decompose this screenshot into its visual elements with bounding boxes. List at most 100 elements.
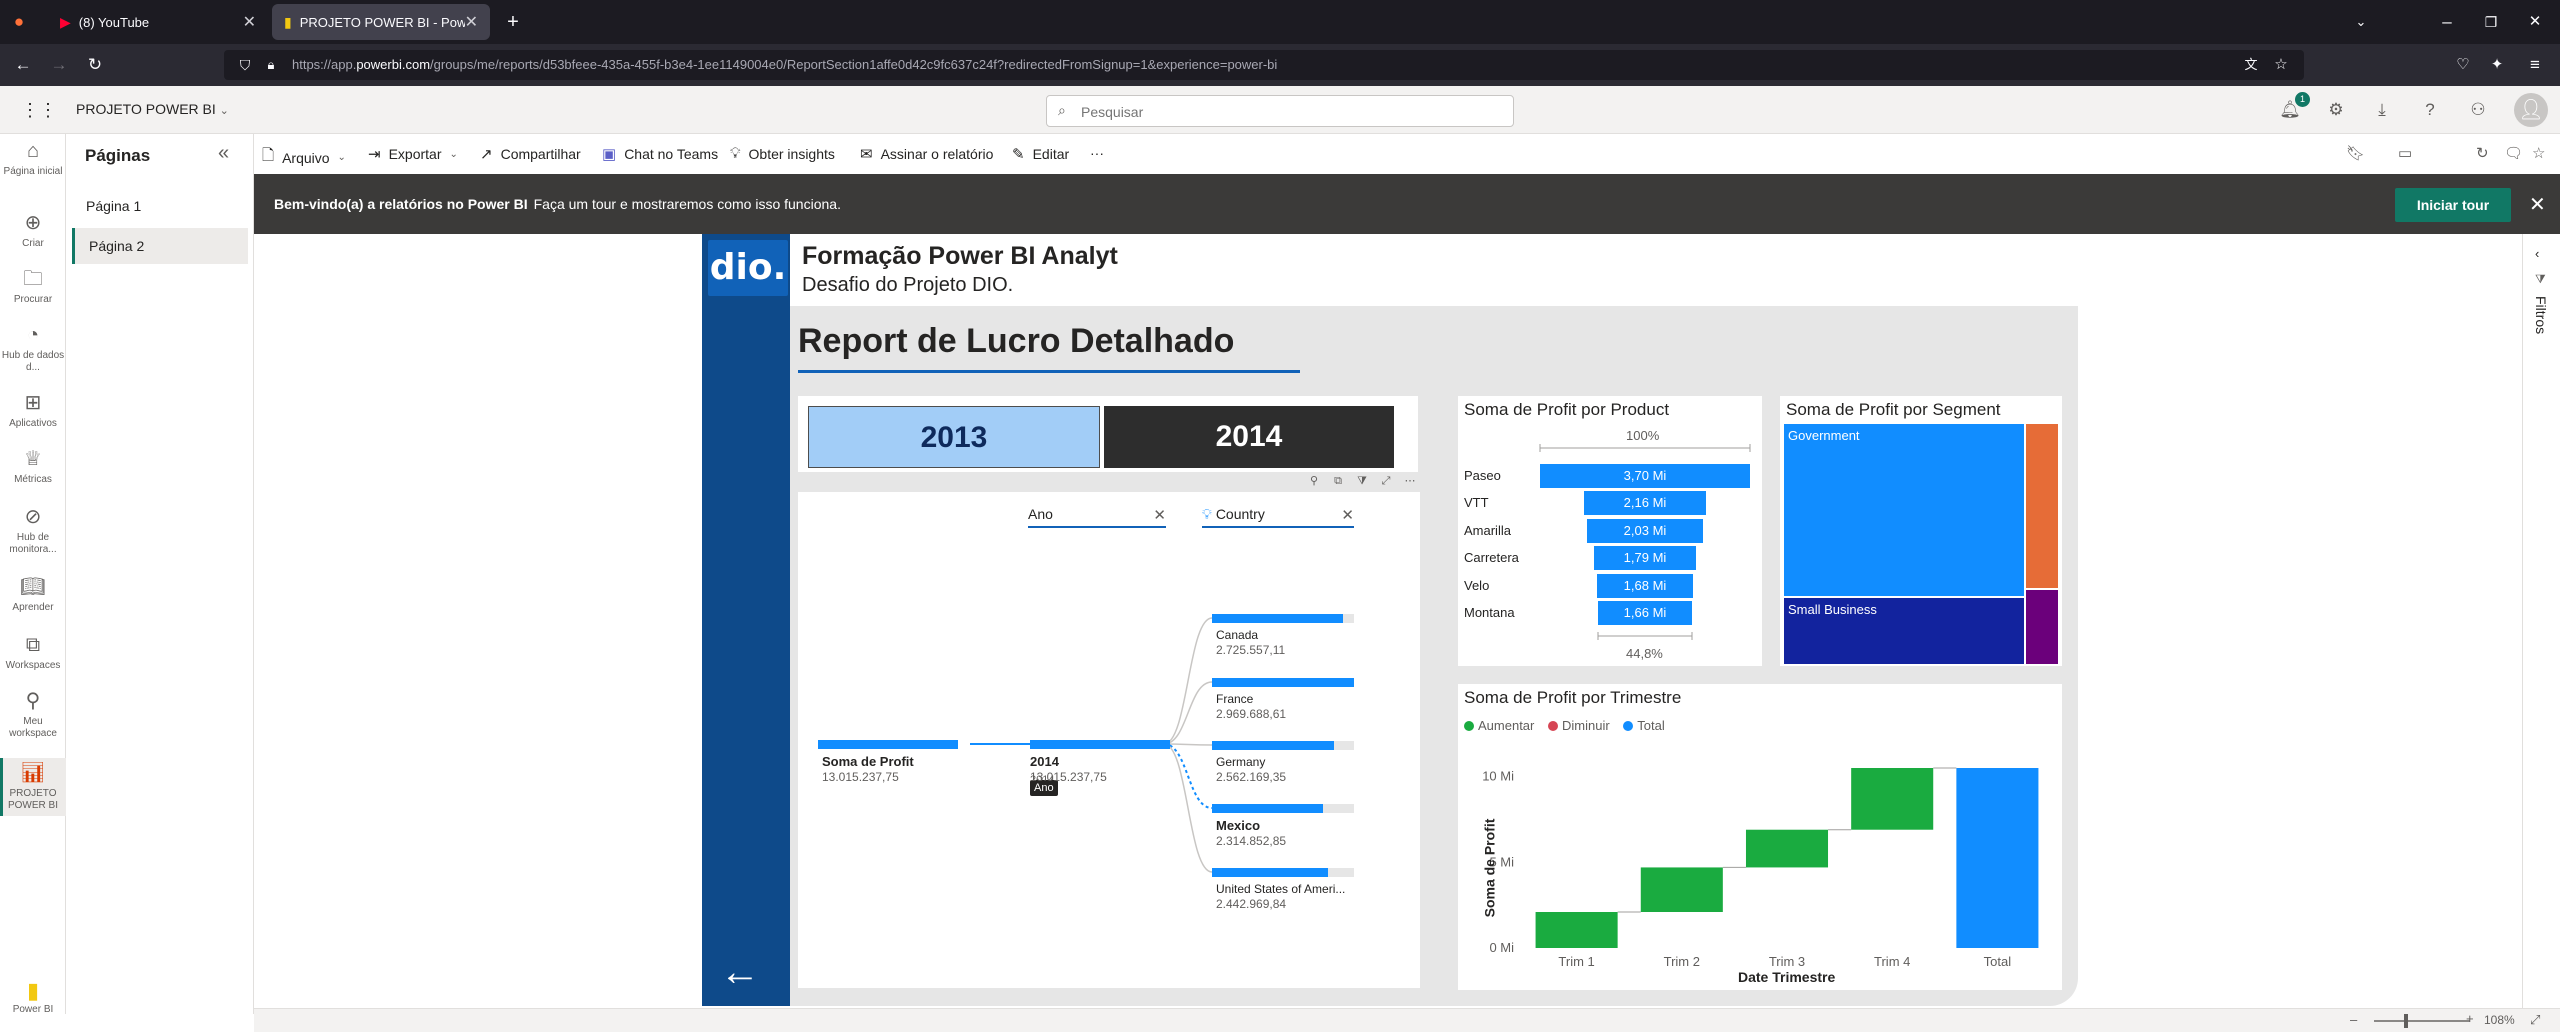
minimize-icon[interactable]: – (2436, 11, 2458, 33)
view-icon[interactable]: ▭ (2398, 144, 2412, 162)
settings-gear-icon[interactable]: ⚙ (2324, 98, 2348, 122)
share-feedback-icon[interactable]: ⚇ (2466, 98, 2490, 122)
extensions-icon[interactable]: ✦ (2486, 54, 2508, 76)
country-bar-france[interactable] (1212, 678, 1354, 687)
country-node-france[interactable]: France 2.969.688,61 (1216, 692, 1286, 722)
pocket-icon[interactable]: ♡ (2452, 54, 2474, 76)
root-bar[interactable] (818, 740, 958, 749)
nav-data-hub[interactable]: ◔ Hub de dados d... (0, 324, 66, 374)
more-options-icon[interactable]: ⋯ (1398, 474, 1422, 487)
treemap-cell-purple[interactable] (2026, 590, 2058, 664)
level-header-country[interactable]: 💡︎ Country ✕ (1202, 506, 1354, 528)
bookmark-star-icon[interactable]: ☆ (2270, 54, 2292, 76)
slicer-option-2014[interactable]: 2014 (1104, 406, 1394, 468)
firefox-icon[interactable]: ● (8, 11, 30, 33)
close-tab-icon[interactable]: ✕ (243, 12, 256, 32)
country-bar-canada[interactable] (1212, 614, 1354, 623)
subscribe-button[interactable]: ✉ Assinar o relatório (860, 145, 993, 163)
filters-pane-collapsed[interactable]: ‹ ⧩ Filtros (2522, 234, 2560, 1008)
funnel-bar-carretera[interactable]: 1,79 Mi (1594, 546, 1696, 570)
tab-power-bi[interactable]: ▮ PROJETO POWER BI - Power BI ✕ (272, 4, 490, 40)
country-node-mexico[interactable]: Mexico 2.314.852,85 (1216, 818, 1286, 849)
zoom-in-icon[interactable]: + (2466, 1011, 2474, 1026)
more-options-button[interactable]: ··· (1090, 145, 1104, 161)
page-item-2[interactable]: Página 2 (72, 228, 248, 264)
nav-projeto-power-bi[interactable]: 📊︎ PROJETO POWER BI (0, 762, 66, 812)
search-box[interactable]: ⌕ (1046, 95, 1514, 127)
funnel-bar-montana[interactable]: 1,66 Mi (1597, 601, 1693, 625)
zoom-slider[interactable] (2374, 1020, 2470, 1022)
edit-button[interactable]: ✎ Editar (1012, 145, 1069, 163)
page-item-1[interactable]: Página 1 (72, 188, 248, 224)
focus-mode-icon[interactable]: ⤢ (1374, 475, 1398, 488)
treemap-cell-small-business[interactable]: Small Business (1784, 598, 2024, 664)
waterfall-bar[interactable] (1956, 768, 2039, 948)
back-arrow-icon[interactable]: ← (720, 952, 760, 992)
chevron-left-icon[interactable]: ‹ (2535, 246, 2539, 261)
filter-icon[interactable]: ⧩ (1350, 475, 1374, 488)
favorite-star-icon[interactable]: ☆ (2532, 144, 2545, 162)
treemap-cell-government[interactable]: Government (1784, 424, 2024, 596)
slicer-option-2013[interactable]: 2013 (808, 406, 1100, 468)
file-menu[interactable]: 🗋︎ Arquivo ⌄ (262, 145, 346, 170)
waterfall-bar[interactable] (1535, 912, 1618, 948)
close-icon[interactable]: ✕ (1153, 506, 1166, 524)
year-node[interactable]: 2014 13.015.237,75 (1030, 754, 1107, 785)
zoom-slider-thumb[interactable] (2404, 1014, 2408, 1028)
nav-browse[interactable]: 🗀︎ Procurar (0, 268, 66, 306)
refresh-icon[interactable]: ↻ (2476, 144, 2489, 162)
start-tour-button[interactable]: Iniciar tour (2395, 188, 2511, 222)
fit-to-page-icon[interactable]: ⤢ (2530, 1012, 2540, 1028)
nav-my-workspace[interactable]: ⚲ Meu workspace (0, 690, 66, 740)
lock-icon[interactable]: 🔒︎ (260, 54, 282, 76)
year-bar[interactable] (1030, 740, 1170, 749)
nav-create[interactable]: ⊕ Criar (0, 212, 66, 250)
close-icon[interactable]: ✕ (2529, 192, 2546, 217)
address-bar[interactable]: ⛉ 🔒︎ https://app.powerbi.com/groups/me/r… (224, 50, 2304, 80)
funnel-bar-velo[interactable]: 1,68 Mi (1597, 574, 1693, 598)
comment-icon[interactable]: 🗨︎ (2504, 144, 2523, 162)
waterfall-bar[interactable] (1745, 829, 1829, 868)
waterfall-bar[interactable] (1851, 768, 1934, 830)
level-header-ano[interactable]: Ano ✕ (1028, 506, 1166, 528)
search-input[interactable] (1081, 102, 1501, 122)
tracking-shield-icon[interactable]: ⛉ (234, 54, 256, 76)
treemap-cell-orange[interactable] (2026, 424, 2058, 588)
share-button[interactable]: ↗ Compartilhar (480, 145, 581, 163)
new-tab-icon[interactable]: + (502, 11, 524, 33)
country-node-usa[interactable]: United States of Ameri... 2.442.969,84 (1216, 882, 1345, 912)
collapse-pane-icon[interactable]: « (218, 142, 229, 165)
nav-learn[interactable]: 📖︎ Aprender (0, 576, 66, 614)
country-bar-germany[interactable] (1212, 741, 1354, 750)
country-node-germany[interactable]: Germany 2.562.169,35 (1216, 755, 1286, 785)
funnel-bar-paseo[interactable]: 3,70 Mi (1540, 464, 1750, 488)
close-window-icon[interactable]: ✕ (2524, 11, 2546, 33)
insights-button[interactable]: 💡︎ Obter insights (730, 145, 835, 162)
funnel-bar-amarilla[interactable]: 2,03 Mi (1587, 519, 1703, 543)
bookmark-icon[interactable]: 🔖︎ (2346, 144, 2365, 162)
country-bar-mexico[interactable] (1212, 804, 1354, 813)
back-icon[interactable]: ← (12, 54, 34, 76)
help-icon[interactable]: ? (2418, 98, 2442, 122)
close-icon[interactable]: ✕ (1341, 506, 1354, 524)
nav-monitoring-hub[interactable]: ⊘ Hub de monitora... (0, 506, 66, 556)
app-launcher-icon[interactable]: ⋮⋮ (21, 98, 57, 122)
download-icon[interactable]: ⤓ (2370, 98, 2394, 122)
tab-list-icon[interactable]: ⌄ (2350, 11, 2372, 33)
forward-icon[interactable]: → (48, 54, 70, 76)
export-menu[interactable]: ⇥ Exportar ⌄ (368, 145, 458, 163)
funnel-bar-vtt[interactable]: 2,16 Mi (1583, 491, 1707, 515)
workspace-title[interactable]: PROJETO POWER BI ⌄ (76, 101, 229, 117)
copy-icon[interactable]: ⧉ (1326, 475, 1350, 488)
country-node-canada[interactable]: Canada 2.725.557,11 (1216, 628, 1285, 658)
waterfall-bar[interactable] (1640, 867, 1723, 912)
zoom-out-icon[interactable]: – (2350, 1012, 2357, 1027)
menu-icon[interactable]: ≡ (2524, 54, 2546, 76)
reload-icon[interactable]: ↻ (84, 54, 106, 76)
teams-chat-button[interactable]: ▣ Chat no Teams (602, 145, 718, 163)
nav-home[interactable]: ⌂ Página inicial (0, 140, 66, 178)
avatar[interactable]: 👤︎ (2514, 93, 2548, 127)
nav-apps[interactable]: ⊞ Aplicativos (0, 392, 66, 430)
country-bar-usa[interactable] (1212, 868, 1354, 877)
translate-icon[interactable]: 文 (2240, 54, 2262, 76)
